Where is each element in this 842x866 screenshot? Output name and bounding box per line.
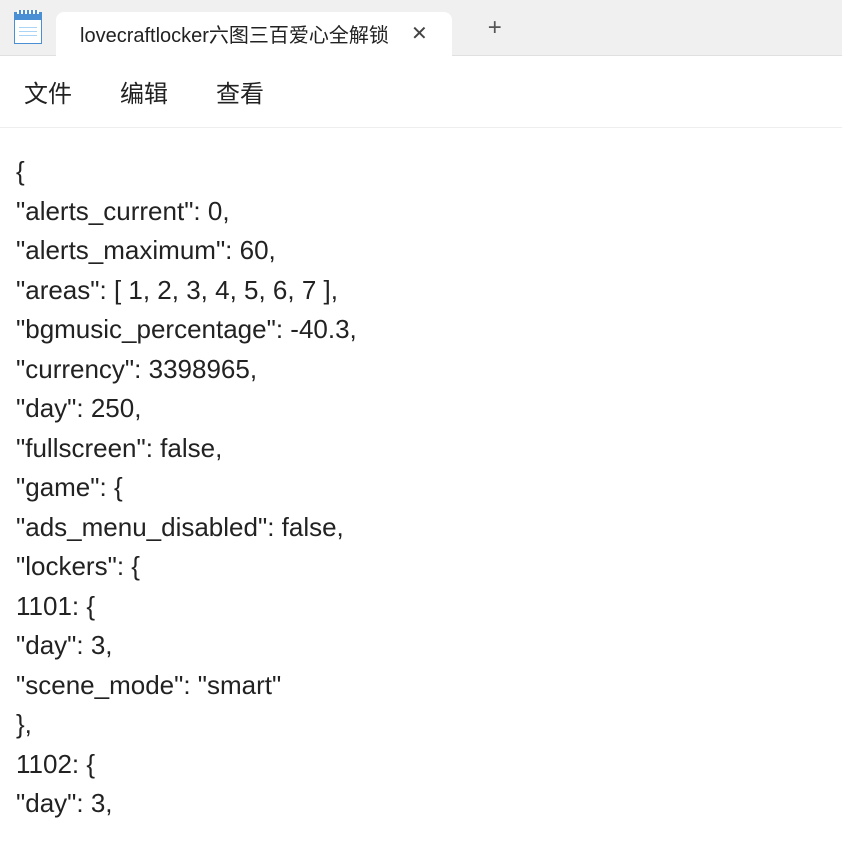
close-icon[interactable]: ✕	[403, 20, 436, 48]
title-bar: lovecraftlocker六图三百爱心全解锁 ✕ +	[0, 0, 842, 56]
tab-title: lovecraftlocker六图三百爱心全解锁	[80, 19, 389, 48]
notepad-icon	[14, 12, 42, 44]
menu-view[interactable]: 查看	[192, 70, 288, 113]
app-icon-container	[0, 0, 56, 56]
new-tab-button[interactable]: +	[476, 6, 514, 50]
menu-edit[interactable]: 编辑	[96, 70, 192, 113]
menu-bar: 文件 编辑 查看	[0, 56, 842, 128]
active-tab[interactable]: lovecraftlocker六图三百爱心全解锁 ✕	[56, 12, 452, 56]
menu-file[interactable]: 文件	[0, 70, 96, 113]
text-content[interactable]: { "alerts_current": 0, "alerts_maximum":…	[0, 128, 842, 866]
